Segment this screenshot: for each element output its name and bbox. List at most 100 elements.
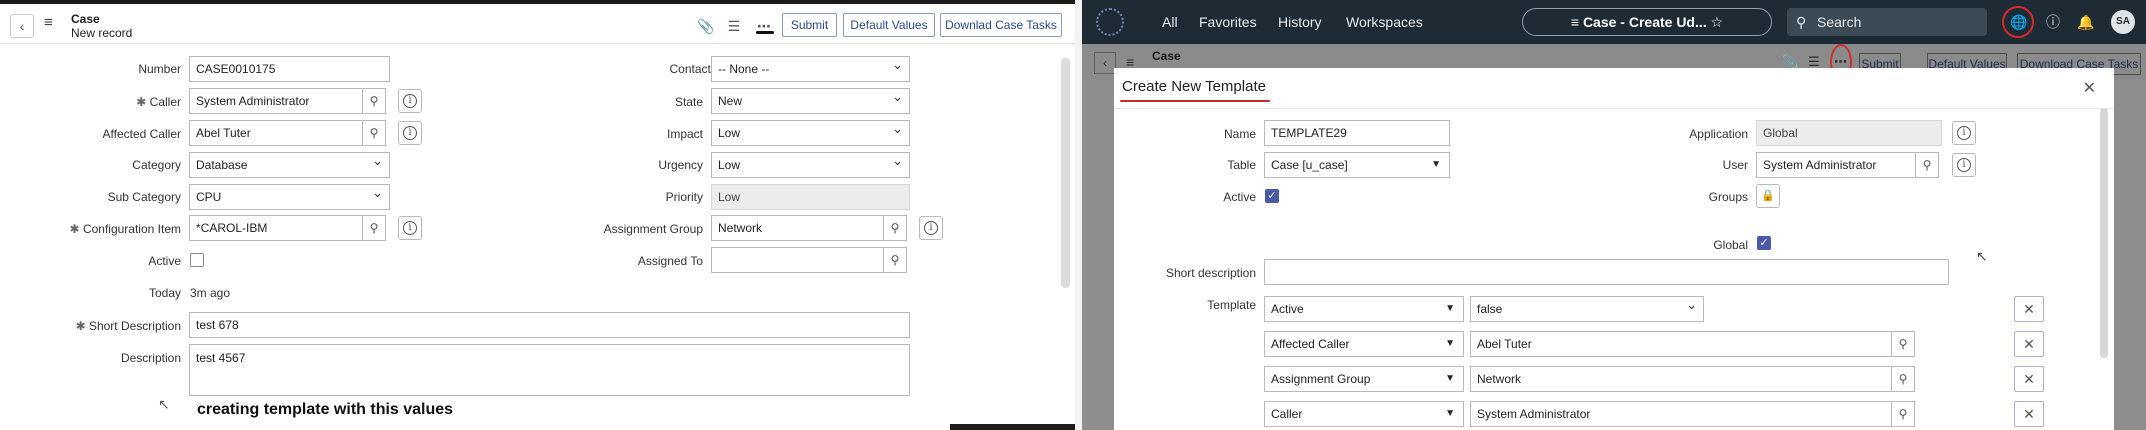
remove-row-icon[interactable]: ✕ [2014,331,2044,357]
template-field-select[interactable]: Caller ▼ [1264,401,1464,427]
affected-caller-info-icon[interactable]: i [398,121,422,145]
affected-caller-field[interactable]: Abel Tuter [189,120,363,146]
nav-history[interactable]: History [1278,14,1322,30]
user-lookup-icon[interactable]: ⚲ [1915,152,1939,178]
servicenow-logo-icon[interactable] [1096,8,1124,36]
download-case-tasks-button[interactable]: Downlad Case Tasks [940,13,1062,37]
active-label: Active [148,254,181,268]
attachment-icon[interactable]: 📎 [697,18,714,34]
settings-sliders-icon[interactable]: ☰ [726,18,742,34]
configuration-item-info-icon[interactable]: i [398,216,422,240]
priority-field: Low [711,184,910,210]
annotation-underline-title [1120,100,1270,102]
context-pill[interactable]: ≡ Case - Create Ud... ☆ [1522,8,1772,36]
table-select[interactable]: Case [u_case] ▼ [1264,152,1450,178]
short-description-field[interactable]: test 678 [189,312,910,338]
template-value-field[interactable]: System Administrator [1470,401,1892,427]
remove-row-icon[interactable]: ✕ [2014,401,2044,427]
impact-select[interactable]: Low [711,120,910,146]
state-label: State [674,95,703,109]
application-info-icon[interactable]: i [1952,121,1976,145]
mouse-cursor-icon: ↖ [1976,248,1988,264]
short-description-field[interactable] [1264,259,1949,285]
caret-down-icon: ▼ [1445,303,1455,314]
template-field-select[interactable]: Active ▼ [1264,296,1464,322]
assignment-group-info-icon[interactable]: i [919,216,943,240]
sub-category-label: Sub Category [107,190,181,204]
active-checkbox[interactable]: ✓ [1265,189,1279,203]
annotation-caption: creating template with this values [197,401,454,418]
user-field[interactable]: System Administrator [1756,152,1916,178]
number-field[interactable]: CASE0010175 [189,56,390,82]
annotation-circle-globe [2002,6,2034,38]
assignment-group-field[interactable]: Network [711,215,884,241]
description-field[interactable]: test 4567 [189,344,910,396]
groups-label: Groups [1708,190,1748,204]
template-label: Template [1207,298,1256,312]
modal-scrollbar[interactable] [2100,108,2108,358]
submit-button[interactable]: Submit [782,13,837,37]
global-search-input[interactable]: ⚲ Search [1787,8,1987,36]
application-field: Global [1756,120,1942,146]
caller-label: ✱ Caller [136,95,181,109]
remove-row-icon[interactable]: ✕ [2014,296,2044,322]
short-description-label: ✱ Short Description [75,319,181,333]
template-name-field[interactable]: TEMPLATE29 [1264,120,1450,146]
template-field-select[interactable]: Affected Caller ▼ [1264,331,1464,357]
notifications-icon[interactable]: 🔔 [2077,13,2095,31]
application-label: Application [1689,127,1748,141]
caller-lookup-icon[interactable]: ⚲ [362,88,386,114]
vertical-scrollbar[interactable] [1061,58,1070,288]
panel-divider [1075,0,1082,430]
table-label: Table [1227,158,1256,172]
template-value-field[interactable]: Network [1470,366,1892,392]
template-value-lookup-icon[interactable]: ⚲ [1891,401,1915,427]
required-icon: ✱ [69,222,83,236]
global-label: Global [1713,238,1748,252]
caller-info-icon[interactable]: i [398,89,422,113]
template-value-field[interactable]: Abel Tuter [1470,331,1892,357]
active-checkbox[interactable] [190,253,204,267]
configuration-item-label: ✱ Configuration Item [69,222,181,236]
help-icon[interactable]: ⓘ [2044,13,2062,31]
today-value: 3m ago [190,286,231,300]
configuration-item-lookup-icon[interactable]: ⚲ [362,215,386,241]
caller-field[interactable]: System Administrator [189,88,363,114]
urgency-select[interactable]: Low [711,152,910,178]
remove-row-icon[interactable]: ✕ [2014,366,2044,392]
template-value-lookup-icon[interactable]: ⚲ [1891,366,1915,392]
affected-caller-lookup-icon[interactable]: ⚲ [362,120,386,146]
create-template-modal: Create New Template ✕ Name TEMPLATE29 Ta… [1114,68,2114,430]
menu-icon[interactable]: ≡ [44,15,58,30]
configuration-item-field[interactable]: *CAROL-IBM [189,215,363,241]
annotation-underline [756,31,774,34]
name-label: Name [1223,127,1256,141]
template-modal-panel: All Favorites History Workspaces ≡ Case … [1082,0,2146,430]
category-label: Category [132,158,181,172]
close-icon[interactable]: ✕ [2083,78,2096,98]
nav-favorites[interactable]: Favorites [1199,14,1257,30]
background-back-button: ‹ [1094,52,1116,74]
template-field-select[interactable]: Assignment Group ▼ [1264,366,1464,392]
nav-workspaces[interactable]: Workspaces [1346,14,1423,30]
template-value-lookup-icon[interactable]: ⚲ [1891,331,1915,357]
search-icon: ⚲ [1796,14,1807,30]
user-info-icon[interactable]: i [1952,153,1976,177]
template-value-select[interactable]: false [1470,296,1704,322]
contact-type-select[interactable]: -- None -- [711,56,910,82]
back-button[interactable]: ‹ [10,14,34,38]
nav-all[interactable]: All [1162,14,1178,30]
avatar[interactable]: SA [2111,10,2135,34]
state-select[interactable]: New [711,88,910,114]
form-subtitle: New record [71,26,133,40]
category-select[interactable]: Database [189,152,390,178]
assignment-group-lookup-icon[interactable]: ⚲ [883,215,907,241]
sub-category-select[interactable]: CPU [189,184,390,210]
default-values-button[interactable]: Default Values [843,13,935,37]
assigned-to-lookup-icon[interactable]: ⚲ [883,247,907,273]
lock-icon[interactable]: 🔒 [1756,184,1780,208]
global-checkbox[interactable]: ✓ [1757,236,1771,250]
assigned-to-field[interactable] [711,247,884,273]
mouse-cursor-icon: ↖ [158,396,170,412]
form-header: ‹ ≡ Case New record 📎 ☰ ⋯ Submit Default… [0,4,1075,44]
